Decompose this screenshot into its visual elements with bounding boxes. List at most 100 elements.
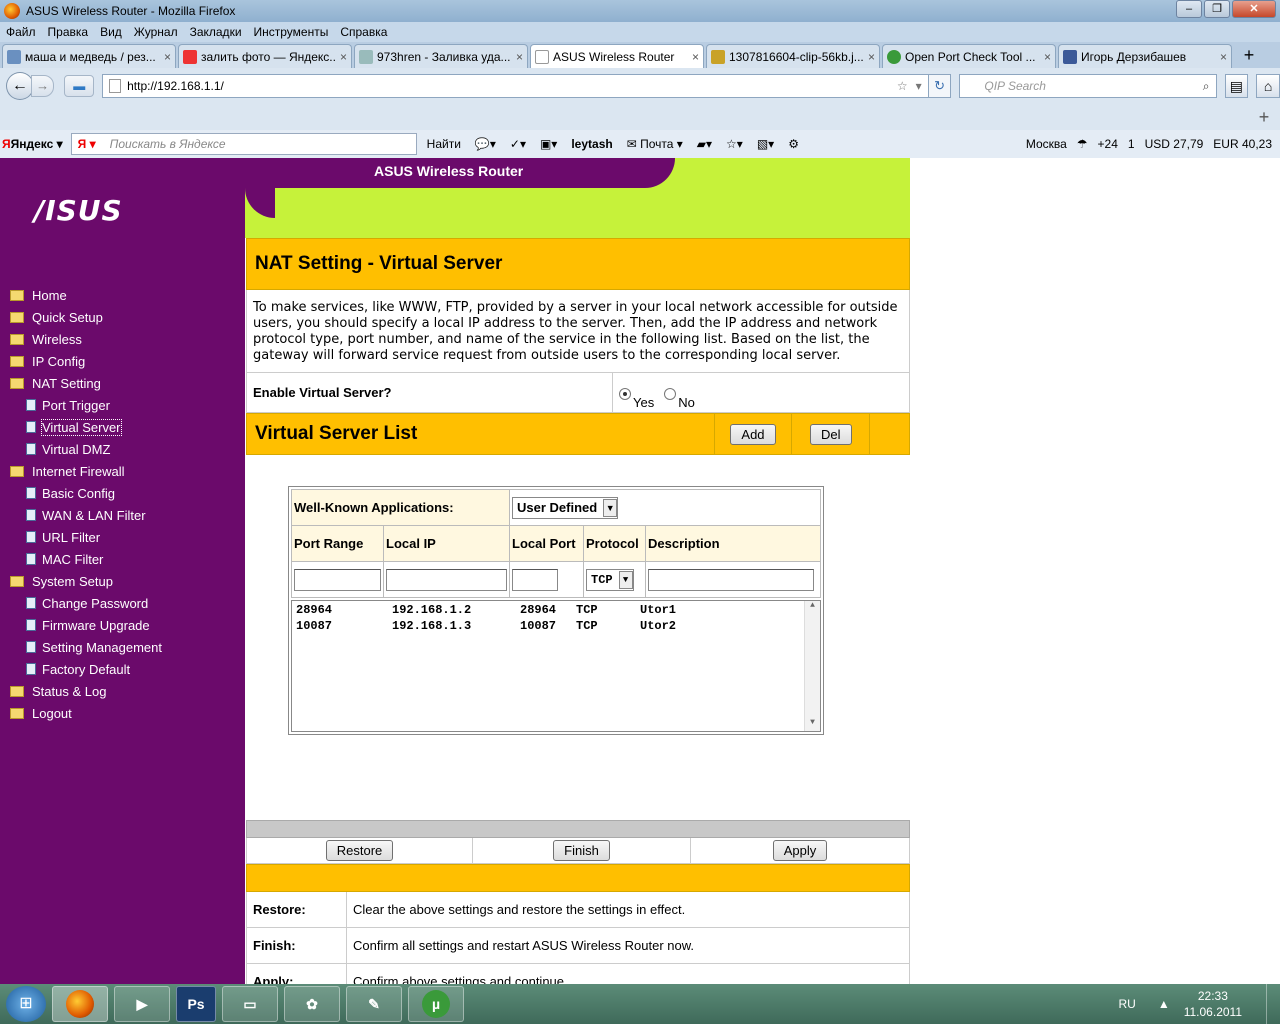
nav-factory-default[interactable]: Factory Default xyxy=(10,658,162,680)
nav-basic-config[interactable]: Basic Config xyxy=(10,482,162,504)
taskbar-paint[interactable]: ✎ xyxy=(346,986,402,1022)
usd-rate[interactable]: USD 27,79 xyxy=(1145,137,1204,151)
tab-facebook[interactable]: Игорь Дерзибашев × xyxy=(1058,44,1232,68)
list-item[interactable]: 28964 192.168.1.2 28964 TCP Utor1 xyxy=(296,603,816,619)
tray-expand-icon[interactable]: ▲ xyxy=(1158,997,1170,1011)
nav-status-log[interactable]: Status & Log xyxy=(10,680,162,702)
enable-no-radio[interactable] xyxy=(664,388,677,400)
menu-view[interactable]: Вид xyxy=(100,25,122,39)
description-input[interactable] xyxy=(648,568,814,591)
nav-virtual-server[interactable]: Virtual Server xyxy=(10,416,162,438)
new-tab-button[interactable]: + xyxy=(1234,44,1264,68)
nav-home[interactable]: Home xyxy=(10,284,162,306)
nav-internet-firewall[interactable]: Internet Firewall xyxy=(10,460,162,482)
taskbar-photoshop[interactable]: Ps xyxy=(176,986,216,1022)
add-toolbar-button[interactable]: + xyxy=(1252,106,1276,128)
tab-open-port-check[interactable]: Open Port Check Tool ... × xyxy=(882,44,1056,68)
close-window-button[interactable]: ✕ xyxy=(1232,0,1276,18)
taskbar-utorrent[interactable]: µ xyxy=(408,986,464,1022)
nav-setting-management[interactable]: Setting Management xyxy=(10,636,162,658)
tab-close-icon[interactable]: × xyxy=(516,50,523,64)
menu-bookmarks[interactable]: Закладки xyxy=(190,25,242,39)
spellcheck-icon[interactable]: ✓▾ xyxy=(510,137,526,151)
language-indicator[interactable]: RU xyxy=(1118,997,1135,1011)
apply-button[interactable]: Apply xyxy=(772,840,828,861)
minimize-button[interactable]: – xyxy=(1176,0,1202,18)
del-button[interactable]: Del xyxy=(809,423,852,445)
yandex-logo[interactable]: ЯЯндекс ▾ xyxy=(2,137,63,151)
nav-change-password[interactable]: Change Password xyxy=(10,592,162,614)
nav-quick-setup[interactable]: Quick Setup xyxy=(10,306,162,328)
local-ip-input[interactable] xyxy=(386,568,507,591)
local-port-input[interactable] xyxy=(512,568,558,591)
list-item[interactable]: 10087 192.168.1.3 10087 TCP Utor2 xyxy=(296,619,816,635)
mail-link[interactable]: ✉ Почта ▾ xyxy=(627,137,683,151)
menu-help[interactable]: Справка xyxy=(340,25,387,39)
nav-logout[interactable]: Logout xyxy=(10,702,162,724)
menu-file[interactable]: Файл xyxy=(6,25,36,39)
back-button[interactable]: ← xyxy=(6,72,34,100)
nav-firmware-upgrade[interactable]: Firmware Upgrade xyxy=(10,614,162,636)
add-button[interactable]: Add xyxy=(730,423,776,445)
taskbar-explorer[interactable]: ▭ xyxy=(222,986,278,1022)
city-label[interactable]: Москва xyxy=(1026,137,1067,151)
search-bar[interactable]: QIP Search ⌕ xyxy=(959,74,1217,98)
reload-button[interactable]: ↻ xyxy=(927,74,952,98)
dropdown-arrow-icon[interactable]: ▾ xyxy=(916,79,922,93)
menu-edit[interactable]: Правка xyxy=(48,25,89,39)
port-range-input[interactable] xyxy=(294,568,381,591)
nav-system-setup[interactable]: System Setup xyxy=(10,570,162,592)
tab-yandex-photo[interactable]: залить фото — Яндекс... × xyxy=(178,44,352,68)
nav-port-trigger[interactable]: Port Trigger xyxy=(10,394,162,416)
yandex-find-button[interactable]: Найти xyxy=(427,137,461,151)
tab-asus-router[interactable]: ASUS Wireless Router × xyxy=(530,44,704,68)
taskbar-media-player[interactable]: ▶ xyxy=(114,986,170,1022)
start-button[interactable]: ⊞ xyxy=(6,986,46,1022)
nav-nat-setting[interactable]: NAT Setting xyxy=(10,372,162,394)
nav-ip-config[interactable]: IP Config xyxy=(10,350,162,372)
tab-close-icon[interactable]: × xyxy=(1044,50,1051,64)
tab-close-icon[interactable]: × xyxy=(164,50,171,64)
search-icon[interactable]: ⌕ xyxy=(1203,79,1216,94)
tab-973hren[interactable]: 973hren - Заливка уда... × xyxy=(354,44,528,68)
listbox-scrollbar[interactable]: ▲ ▼ xyxy=(804,601,820,731)
home-icon[interactable]: ⌂ xyxy=(1256,74,1280,98)
well-known-select[interactable]: User Defined ▼ xyxy=(512,496,619,519)
cards-icon[interactable]: ▰▾ xyxy=(697,137,712,151)
eur-rate[interactable]: EUR 40,23 xyxy=(1213,137,1272,151)
protocol-select[interactable]: TCP ▼ xyxy=(586,568,634,591)
translate-icon[interactable]: ▣▾ xyxy=(540,137,557,151)
nav-mac-filter[interactable]: MAC Filter xyxy=(10,548,162,570)
taskbar-firefox[interactable] xyxy=(52,986,108,1022)
clock[interactable]: 22:33 11.06.2011 xyxy=(1184,988,1242,1020)
address-bar[interactable]: http://192.168.1.1/ ☆ ▾ xyxy=(102,74,929,98)
gear-icon[interactable]: ⚙ xyxy=(788,137,799,151)
identity-button[interactable]: ▬ xyxy=(64,75,95,97)
tab-masha[interactable]: маша и медведь / рез... × xyxy=(2,44,176,68)
nav-virtual-dmz[interactable]: Virtual DMZ xyxy=(10,438,162,460)
maximize-button[interactable]: ❐ xyxy=(1204,0,1230,18)
tab-close-icon[interactable]: × xyxy=(1220,50,1227,64)
yandex-search-input[interactable]: Я ▾ Поискать в Яндексе xyxy=(70,133,417,155)
nav-wireless[interactable]: Wireless xyxy=(10,328,162,350)
tab-close-icon[interactable]: × xyxy=(692,50,699,64)
show-desktop-button[interactable] xyxy=(1266,984,1280,1024)
nav-wan-lan-filter[interactable]: WAN & LAN Filter xyxy=(10,504,162,526)
finish-button[interactable]: Finish xyxy=(553,840,610,861)
tab-close-icon[interactable]: × xyxy=(340,50,347,64)
menu-history[interactable]: Журнал xyxy=(134,25,178,39)
tab-clip-image[interactable]: 1307816604-clip-56kb.j... × xyxy=(706,44,880,68)
bookmark-star-icon[interactable]: ☆ xyxy=(897,79,908,93)
counter-badge[interactable]: 1 xyxy=(1128,137,1135,151)
user-link[interactable]: leytash xyxy=(571,137,612,151)
restore-button[interactable]: Restore xyxy=(325,840,394,861)
menu-tools[interactable]: Инструменты xyxy=(254,25,329,39)
bubble-icon[interactable]: 💬▾ xyxy=(475,137,496,151)
tab-close-icon[interactable]: × xyxy=(868,50,875,64)
pvd-icon[interactable]: ▤ xyxy=(1224,74,1249,98)
box-icon[interactable]: ▧▾ xyxy=(757,137,774,151)
taskbar-qip[interactable]: ✿ xyxy=(284,986,340,1022)
star-icon[interactable]: ☆▾ xyxy=(726,137,743,151)
nav-url-filter[interactable]: URL Filter xyxy=(10,526,162,548)
virtual-server-entries[interactable]: 28964 192.168.1.2 28964 TCP Utor1 10087 … xyxy=(291,600,821,732)
